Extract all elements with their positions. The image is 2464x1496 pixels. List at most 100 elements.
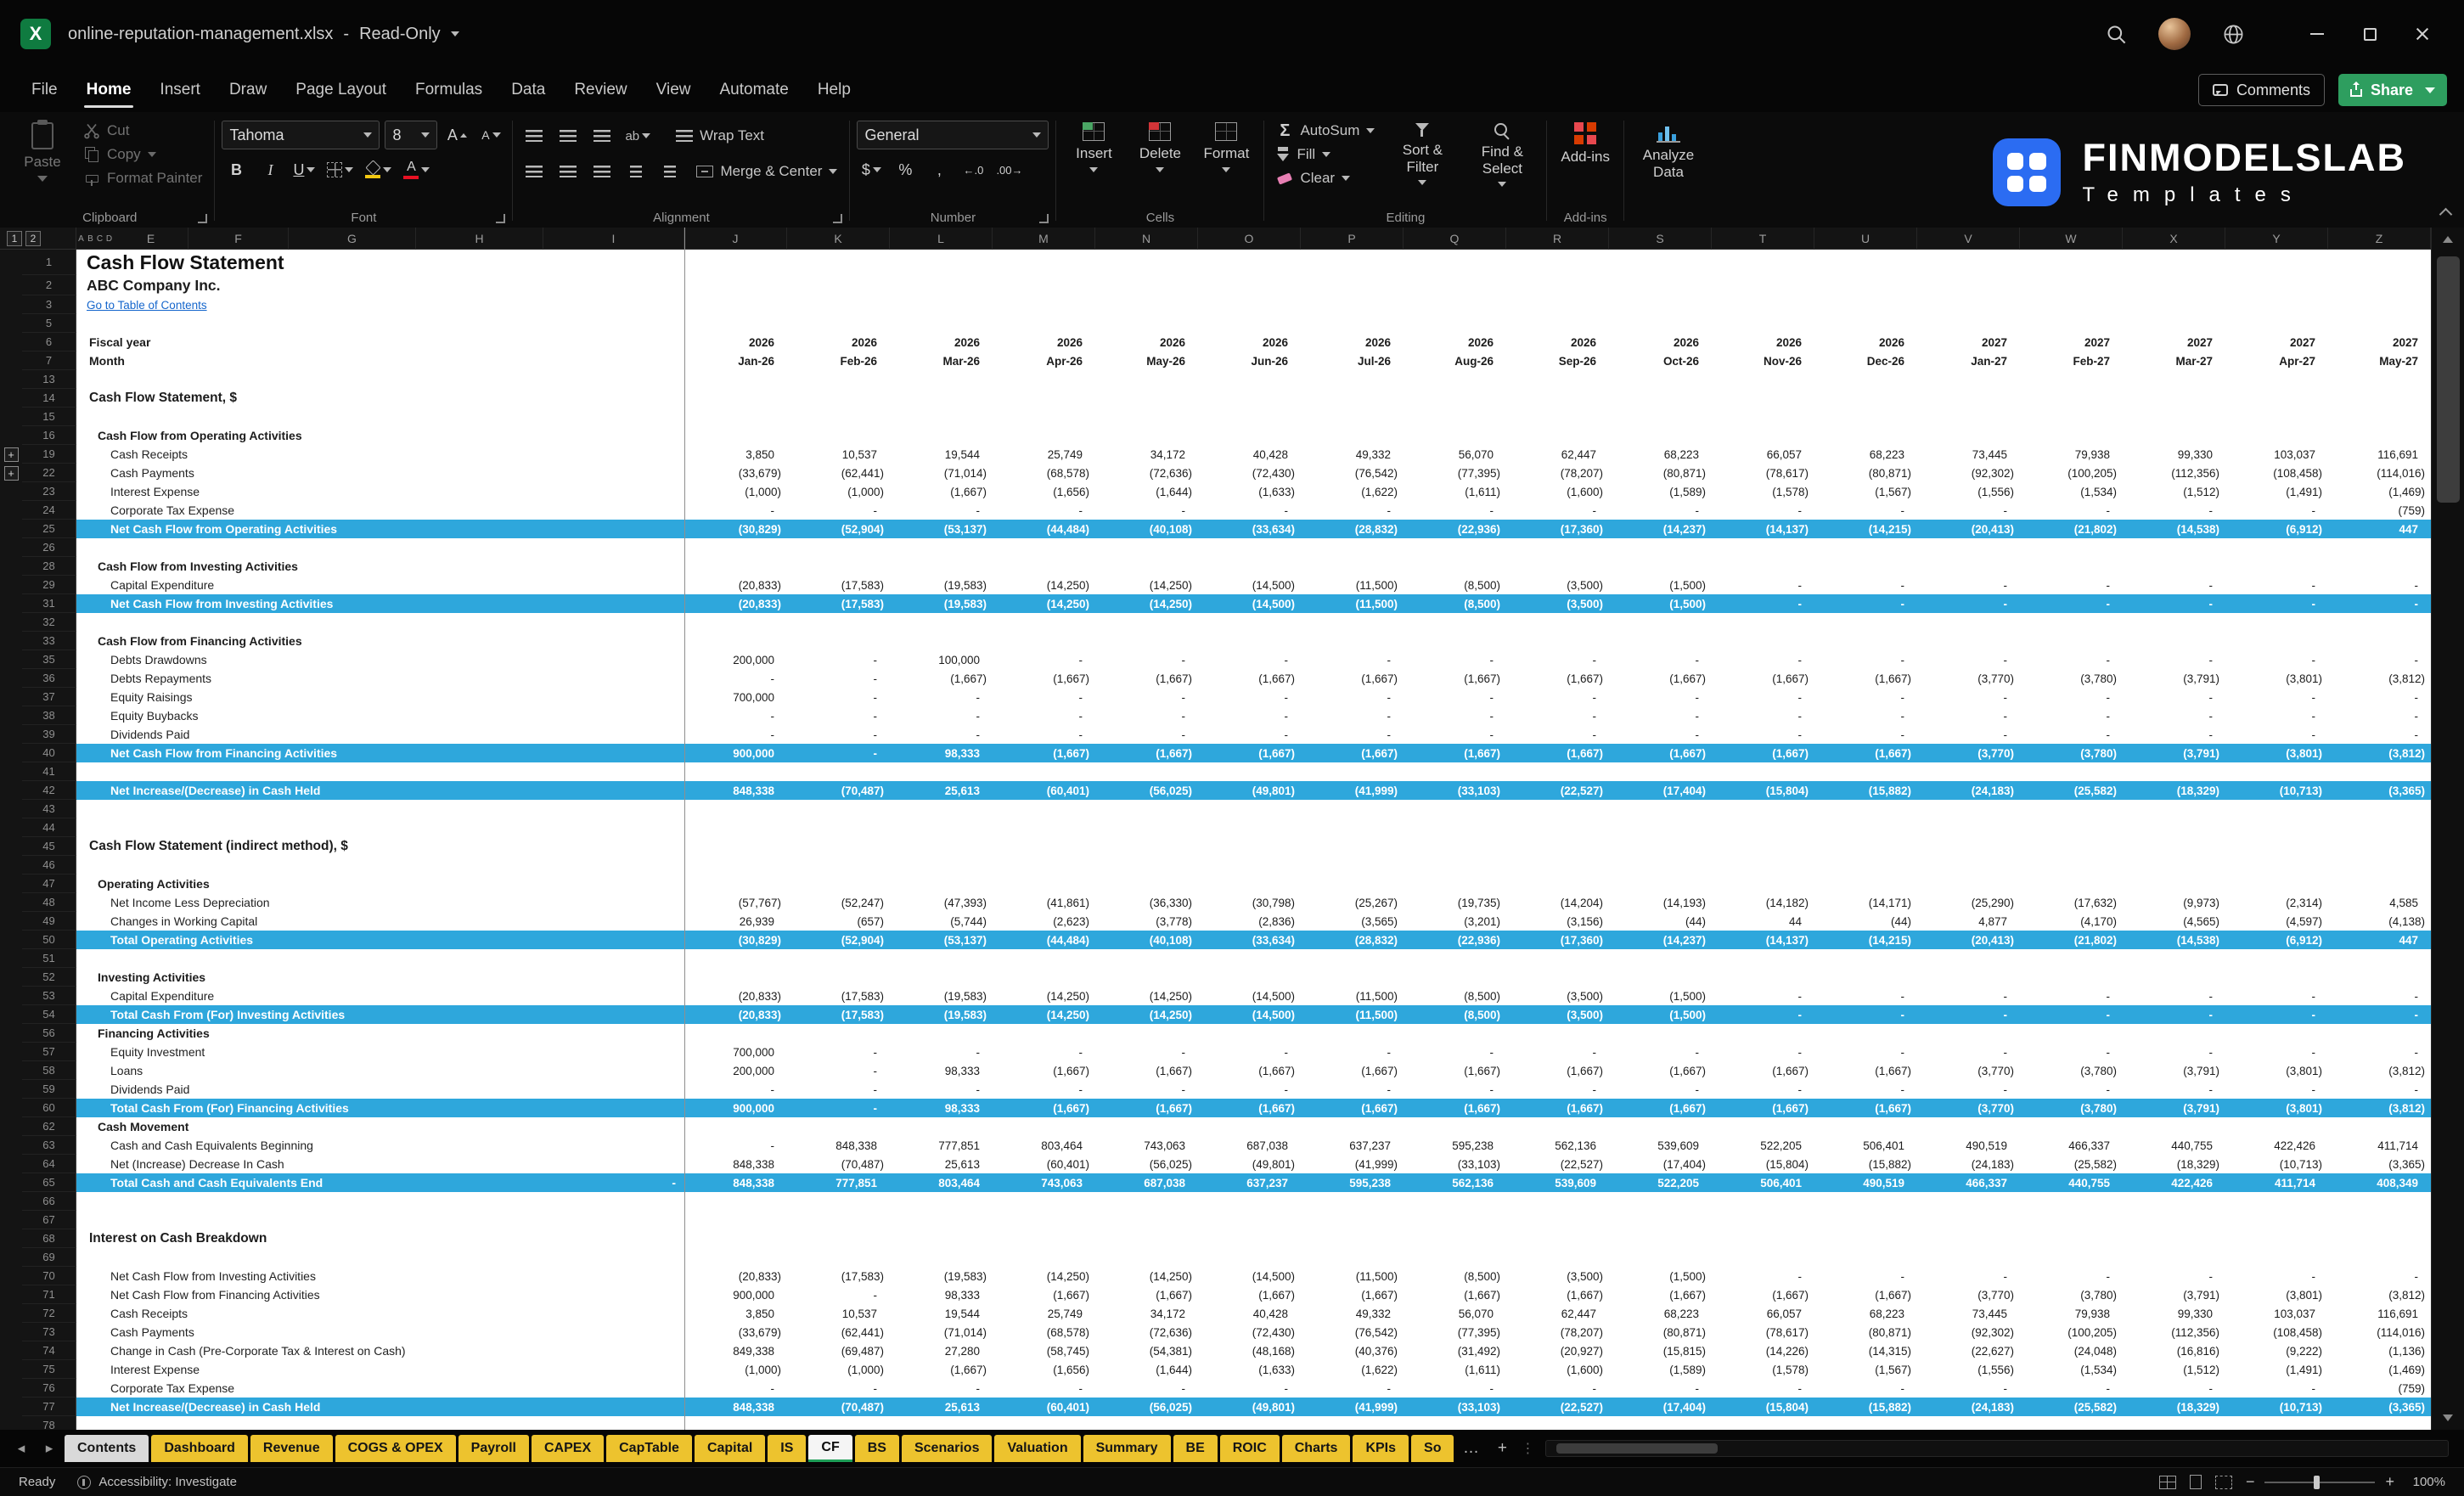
row-header-3[interactable]: 3 (22, 295, 76, 314)
cell-l-48[interactable]: (47,393) (890, 893, 993, 912)
cell-t-71[interactable]: (1,667) (1712, 1285, 1814, 1304)
column-header-n[interactable]: N (1095, 228, 1198, 250)
cell-o-59[interactable]: - (1198, 1080, 1301, 1099)
sheet-tab-contents[interactable]: Contents (65, 1435, 149, 1462)
cell-q-65[interactable]: 562,136 (1404, 1173, 1506, 1192)
sheet-tab-be[interactable]: BE (1173, 1435, 1218, 1462)
cell-j-42[interactable]: 848,338 (684, 781, 787, 800)
cell-m-19[interactable]: 25,749 (993, 445, 1095, 464)
cell-l-73[interactable]: (71,014) (890, 1323, 993, 1341)
cell-q-38[interactable]: - (1404, 706, 1506, 725)
cell-n-70[interactable]: (14,250) (1095, 1267, 1198, 1285)
cell-z-50[interactable]: 447 (2328, 931, 2431, 949)
cell-t-70[interactable]: - (1712, 1267, 1814, 1285)
cell-v-29[interactable]: - (1917, 576, 2020, 594)
cell-w-71[interactable]: (3,780) (2020, 1285, 2123, 1304)
cell-v-49[interactable]: 4,877 (1917, 912, 2020, 931)
cell-m-39[interactable]: - (993, 725, 1095, 744)
cell-z-19[interactable]: 116,691 (2328, 445, 2431, 464)
cell-j-39[interactable]: - (684, 725, 787, 744)
cell-o-54[interactable]: (14,500) (1198, 1005, 1301, 1024)
ribbon-tab-data[interactable]: Data (497, 68, 560, 112)
cell-k-65[interactable]: 777,851 (787, 1173, 890, 1192)
row-header-33[interactable]: 33 (22, 632, 76, 650)
cell-l-42[interactable]: 25,613 (890, 781, 993, 800)
column-header-w[interactable]: W (2020, 228, 2123, 250)
cell-l-53[interactable]: (19,583) (890, 987, 993, 1005)
cell-j-22[interactable]: (33,679) (684, 464, 787, 482)
cell-u-71[interactable]: (1,667) (1814, 1285, 1917, 1304)
cell-q-23[interactable]: (1,611) (1404, 482, 1506, 501)
cell-k-59[interactable]: - (787, 1080, 890, 1099)
cell-y-38[interactable]: - (2225, 706, 2328, 725)
cell-u-48[interactable]: (14,171) (1814, 893, 1917, 912)
cell-u-7[interactable]: Dec-26 (1814, 352, 1917, 370)
cell-l-22[interactable]: (71,014) (890, 464, 993, 482)
cell-q-75[interactable]: (1,611) (1404, 1360, 1506, 1379)
cell-n-7[interactable]: May-26 (1095, 352, 1198, 370)
row-header-19[interactable]: 19 (22, 445, 76, 464)
cell-q-29[interactable]: (8,500) (1404, 576, 1506, 594)
cell-r-7[interactable]: Sep-26 (1506, 352, 1609, 370)
cell-n-64[interactable]: (56,025) (1095, 1155, 1198, 1173)
column-header-t[interactable]: T (1712, 228, 1814, 250)
row-73-label[interactable]: Cash Payments (76, 1323, 684, 1341)
cell-z-70[interactable]: - (2328, 1267, 2431, 1285)
cell-m-23[interactable]: (1,656) (993, 482, 1095, 501)
cell-n-22[interactable]: (72,636) (1095, 464, 1198, 482)
row-57-label[interactable]: Equity Investment (76, 1043, 684, 1061)
cell-t-64[interactable]: (15,804) (1712, 1155, 1814, 1173)
outline-expand-button[interactable]: + (4, 466, 19, 481)
row-header-48[interactable]: 48 (22, 893, 76, 912)
cell-l-36[interactable]: (1,667) (890, 669, 993, 688)
cell-r-59[interactable]: - (1506, 1080, 1609, 1099)
row-header-69[interactable]: 69 (22, 1248, 76, 1267)
cell-s-19[interactable]: 68,223 (1609, 445, 1712, 464)
cell-v-70[interactable]: - (1917, 1267, 2020, 1285)
cell-y-50[interactable]: (6,912) (2225, 931, 2328, 949)
cell-o-53[interactable]: (14,500) (1198, 987, 1301, 1005)
cell-t-29[interactable]: - (1712, 576, 1814, 594)
cell-v-6[interactable]: 2027 (1917, 333, 2020, 352)
row-header-74[interactable]: 74 (22, 1341, 76, 1360)
row-header-32[interactable]: 32 (22, 613, 76, 632)
row-24-label[interactable]: Corporate Tax Expense (76, 501, 684, 520)
cell-o-64[interactable]: (49,801) (1198, 1155, 1301, 1173)
row-header-35[interactable]: 35 (22, 650, 76, 669)
column-header-j[interactable]: J (684, 228, 787, 250)
cell-u-40[interactable]: (1,667) (1814, 744, 1917, 762)
row-52-label[interactable]: Investing Activities (76, 968, 684, 987)
row-58-label[interactable]: Loans (76, 1061, 684, 1080)
cell-t-73[interactable]: (78,617) (1712, 1323, 1814, 1341)
row-header-64[interactable]: 64 (22, 1155, 76, 1173)
cell-p-38[interactable]: - (1301, 706, 1404, 725)
cell-p-36[interactable]: (1,667) (1301, 669, 1404, 688)
cell-j-74[interactable]: 849,338 (684, 1341, 787, 1360)
cell-l-57[interactable]: - (890, 1043, 993, 1061)
row-43-label[interactable] (76, 800, 684, 818)
cell-u-50[interactable]: (14,215) (1814, 931, 1917, 949)
cell-n-59[interactable]: - (1095, 1080, 1198, 1099)
row-header-59[interactable]: 59 (22, 1080, 76, 1099)
cell-y-58[interactable]: (3,801) (2225, 1061, 2328, 1080)
cell-m-22[interactable]: (68,578) (993, 464, 1095, 482)
cell-p-35[interactable]: - (1301, 650, 1404, 669)
sheet-nav-left-button[interactable]: ◂ (8, 1436, 34, 1461)
cell-x-59[interactable]: - (2123, 1080, 2225, 1099)
cell-t-75[interactable]: (1,578) (1712, 1360, 1814, 1379)
column-header-k[interactable]: K (787, 228, 890, 250)
cell-k-6[interactable]: 2026 (787, 333, 890, 352)
cell-u-23[interactable]: (1,567) (1814, 482, 1917, 501)
cell-o-60[interactable]: (1,667) (1198, 1099, 1301, 1117)
cell-w-64[interactable]: (25,582) (2020, 1155, 2123, 1173)
cell-m-58[interactable]: (1,667) (993, 1061, 1095, 1080)
cell-s-42[interactable]: (17,404) (1609, 781, 1712, 800)
outline-expand-button[interactable]: + (4, 447, 19, 462)
cell-o-75[interactable]: (1,633) (1198, 1360, 1301, 1379)
cell-o-58[interactable]: (1,667) (1198, 1061, 1301, 1080)
cell-y-39[interactable]: - (2225, 725, 2328, 744)
align-middle-button[interactable] (554, 122, 582, 149)
cell-l-35[interactable]: 100,000 (890, 650, 993, 669)
row-37-label[interactable]: Equity Raisings (76, 688, 684, 706)
restore-button[interactable] (2343, 10, 2396, 58)
